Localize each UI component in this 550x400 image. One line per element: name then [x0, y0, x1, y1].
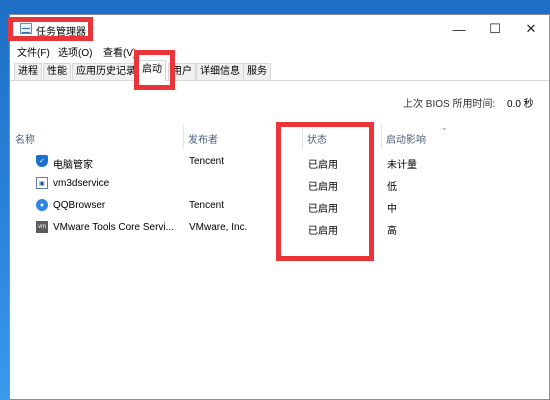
- row-impact: 中: [387, 204, 397, 215]
- row-publisher: Tencent: [189, 200, 225, 211]
- vm-service-icon: ▣: [36, 177, 48, 189]
- column-divider[interactable]: [183, 125, 184, 149]
- shield-icon: ✓: [36, 155, 48, 167]
- row-impact: 未计量: [387, 160, 417, 171]
- sort-indicator-icon: ⌄: [441, 123, 448, 132]
- tab-details[interactable]: 详细信息: [196, 63, 244, 80]
- menu-bar: 文件(F) 选项(O) 查看(V): [10, 43, 549, 59]
- row-publisher: Tencent: [189, 156, 225, 167]
- tab-services[interactable]: 服务: [243, 63, 271, 80]
- row-name: QQBrowser: [53, 200, 106, 211]
- tab-processes[interactable]: 进程: [14, 63, 42, 80]
- menu-view[interactable]: 查看(V): [103, 44, 136, 59]
- column-header-impact[interactable]: 启动影响: [386, 131, 426, 146]
- column-header-publisher[interactable]: 发布者: [188, 131, 218, 146]
- minimize-button[interactable]: —: [441, 15, 477, 43]
- tab-app-history[interactable]: 应用历史记录: [72, 63, 140, 80]
- row-impact: 高: [387, 226, 397, 237]
- last-bios-time-label: 上次 BIOS 所用时间:: [403, 99, 496, 110]
- highlight-box-title: [8, 17, 93, 41]
- close-button[interactable]: ✕: [513, 15, 549, 43]
- highlight-box-startup-tab: [134, 50, 175, 90]
- last-bios-time-value: 0.0 秒: [507, 99, 534, 110]
- menu-options[interactable]: 选项(O): [58, 44, 92, 59]
- row-name: 电脑管家: [53, 160, 93, 171]
- vmware-icon: vm: [36, 221, 48, 233]
- column-divider[interactable]: [381, 125, 382, 149]
- maximize-button[interactable]: ☐: [477, 15, 513, 43]
- column-header-name[interactable]: 名称: [15, 131, 35, 146]
- row-publisher: VMware, Inc.: [189, 222, 248, 233]
- tab-performance[interactable]: 性能: [43, 63, 71, 80]
- row-name: vm3dservice: [53, 178, 110, 189]
- highlight-box-status-column: [276, 122, 374, 261]
- menu-file[interactable]: 文件(F): [17, 44, 50, 59]
- tab-strip: 进程 性能 应用历史记录 启动 用户 详细信息 服务: [10, 60, 549, 81]
- qqbrowser-icon: ●: [36, 199, 48, 211]
- row-impact: 低: [387, 182, 397, 193]
- row-name: VMware Tools Core Servi...: [53, 222, 174, 233]
